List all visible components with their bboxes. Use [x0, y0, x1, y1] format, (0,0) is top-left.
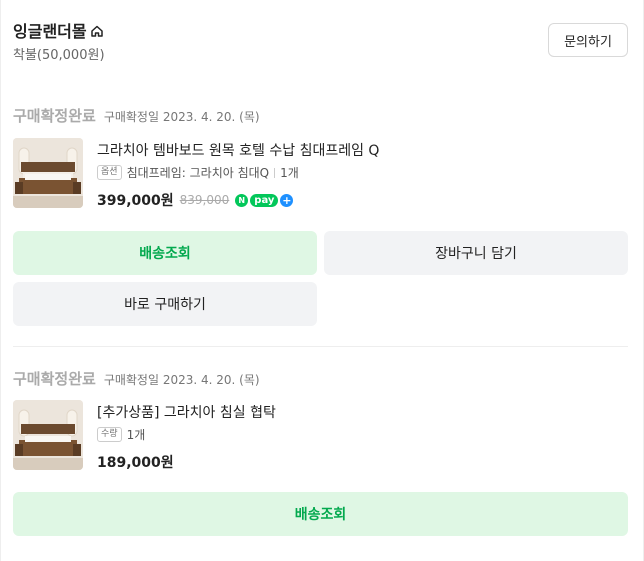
- order-confirm-date: 구매확정일 2023. 4. 20. (목): [103, 110, 260, 124]
- original-price: 839,000: [179, 193, 230, 207]
- order-confirm-date: 구매확정일 2023. 4. 20. (목): [103, 373, 260, 387]
- product-option: 옵션 침대프레임: 그라치아 침대Q 1개: [97, 164, 299, 181]
- order-divider: [13, 346, 628, 347]
- card-border-left: [0, 0, 1, 561]
- add-to-cart-button[interactable]: 장바구니 담기: [324, 231, 628, 275]
- track-delivery-button[interactable]: 배송조회: [13, 492, 628, 536]
- npay-plus-icon: +: [280, 193, 294, 207]
- product-price: 399,000원: [97, 193, 174, 209]
- order-status: 구매확정완료: [13, 370, 96, 388]
- product-thumbnail[interactable]: [13, 400, 83, 470]
- store-header: 잉글랜더몰 착불(50,000원) 문의하기: [13, 14, 631, 68]
- buy-now-button[interactable]: 바로 구매하기: [13, 282, 317, 326]
- order-status: 구매확정완료: [13, 107, 96, 125]
- option-quantity: 1개: [126, 428, 146, 442]
- option-tag: 수량: [97, 427, 122, 442]
- npay-plus-badge: N pay +: [235, 193, 294, 207]
- product-name[interactable]: 그라치아 템바보드 원목 호텔 수납 침대프레임 Q: [97, 140, 379, 160]
- product-thumbnail[interactable]: [13, 138, 83, 208]
- track-delivery-button[interactable]: 배송조회: [13, 231, 317, 275]
- npay-pay-label: pay: [250, 193, 279, 207]
- order-item: 구매확정완료 구매확정일 2023. 4. 20. (목) [추가상품] 그라치…: [13, 368, 628, 538]
- price-line: 189,000원: [97, 452, 174, 472]
- inquiry-button[interactable]: 문의하기: [548, 23, 628, 57]
- option-tag: 옵션: [97, 165, 122, 180]
- npay-n-icon: N: [235, 193, 249, 207]
- order-status-line: 구매확정완료 구매확정일 2023. 4. 20. (목): [13, 105, 260, 126]
- product-price: 189,000원: [97, 455, 174, 471]
- product-option: 수량 1개: [97, 426, 145, 443]
- option-text: 침대프레임: 그라치아 침대Q: [126, 166, 270, 180]
- price-line: 399,000원 839,000 N pay +: [97, 190, 294, 210]
- option-quantity: 1개: [280, 166, 299, 180]
- order-status-line: 구매확정완료 구매확정일 2023. 4. 20. (목): [13, 368, 260, 389]
- product-name[interactable]: [추가상품] 그라치아 침실 협탁: [97, 402, 276, 422]
- payment-info: 착불(50,000원): [13, 48, 105, 63]
- option-separator: [274, 167, 276, 178]
- store-name: 잉글랜더몰: [13, 22, 87, 41]
- store-name-link[interactable]: 잉글랜더몰: [13, 18, 104, 42]
- order-item: 구매확정완료 구매확정일 2023. 4. 20. (목) 그라치아 템바보드 …: [13, 105, 628, 326]
- home-icon: [90, 23, 104, 37]
